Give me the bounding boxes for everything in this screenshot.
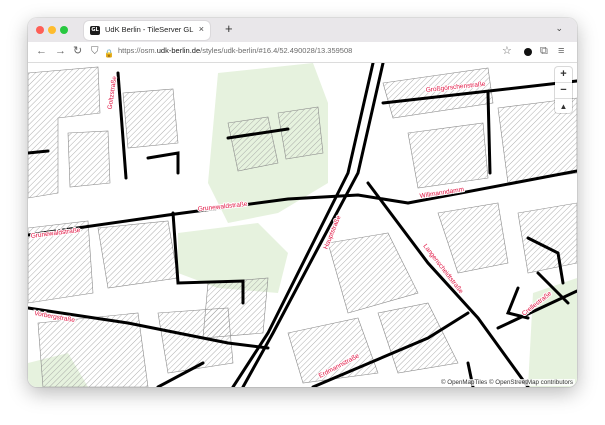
- minimize-window-button[interactable]: [48, 26, 56, 34]
- tileserver-favicon-icon: GL: [90, 26, 100, 35]
- road-side: [28, 149, 50, 155]
- building: [377, 302, 459, 374]
- building: [437, 202, 509, 274]
- browser-window: GL UdK Berlin - TileServer GL × + ⌄ ← → …: [28, 18, 577, 387]
- map-attribution[interactable]: © OpenMapTiles © OpenStreetMap contribut…: [438, 379, 575, 386]
- lock-icon[interactable]: 🔒: [104, 47, 114, 60]
- building: [67, 130, 111, 188]
- menu-icon[interactable]: ≡: [558, 45, 564, 58]
- close-window-button[interactable]: [36, 26, 44, 34]
- url-path: /styles/udk-berlin/#16.4/52.490028/13.35…: [200, 46, 353, 55]
- building: [407, 122, 489, 189]
- building: [122, 88, 179, 149]
- bookmark-star-icon[interactable]: ☆: [502, 45, 512, 58]
- account-avatar[interactable]: [524, 48, 532, 56]
- chevron-down-icon[interactable]: ⌄: [555, 23, 563, 34]
- zoom-in-button[interactable]: +: [555, 67, 572, 82]
- map-zoom-controls: + − ▲: [555, 67, 572, 113]
- url-domain: udk-berlin.de: [156, 46, 201, 55]
- compass-icon[interactable]: ▲: [555, 98, 572, 114]
- building: [97, 220, 179, 289]
- back-arrow-icon[interactable]: ←: [36, 45, 47, 58]
- new-tab-button[interactable]: +: [225, 22, 233, 36]
- road-side: [146, 151, 180, 175]
- road-goltz: [116, 71, 128, 180]
- map-canvas[interactable]: Großgörschenstraße Goltzstraße Grunewald…: [28, 63, 577, 387]
- forward-arrow-icon[interactable]: →: [55, 45, 66, 58]
- shield-icon[interactable]: ⛉: [91, 45, 99, 58]
- road-side: [486, 91, 492, 175]
- map-svg: Großgörschenstraße Goltzstraße Grunewald…: [28, 63, 577, 387]
- zoom-window-button[interactable]: [60, 26, 68, 34]
- zoom-out-button[interactable]: −: [555, 82, 572, 98]
- label-goltzstrasse: Goltzstraße: [107, 75, 119, 110]
- tab-title: UdK Berlin - TileServer GL: [105, 25, 194, 34]
- active-tab[interactable]: GL UdK Berlin - TileServer GL ×: [84, 21, 210, 40]
- tab-bar: GL UdK Berlin - TileServer GL × + ⌄: [28, 18, 577, 42]
- address-bar[interactable]: https://osm.udk-berlin.de/styles/udk-ber…: [118, 46, 352, 55]
- close-tab-icon[interactable]: ×: [199, 24, 204, 34]
- extensions-icon[interactable]: ⧉: [540, 45, 548, 58]
- url-prefix: https://osm.: [118, 46, 157, 55]
- navigation-bar: ← → ↻ ⛉ 🔒 https://osm.udk-berlin.de/styl…: [28, 42, 577, 63]
- reload-icon[interactable]: ↻: [73, 45, 82, 58]
- building: [327, 232, 419, 314]
- building: [277, 106, 324, 160]
